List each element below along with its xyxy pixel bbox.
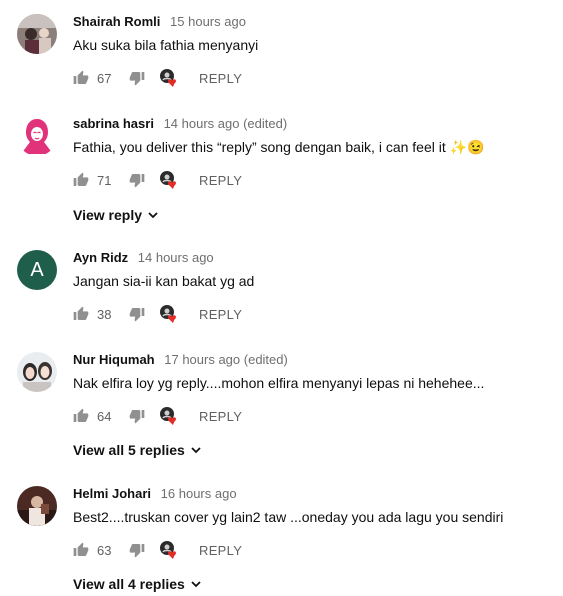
reply-button[interactable]: REPLY — [199, 173, 242, 188]
creator-heart-icon — [159, 170, 179, 190]
thumbs-down-icon — [129, 72, 145, 86]
comment-actions: 63 REPLY — [73, 539, 242, 561]
comment-text: Best2....truskan cover yg lain2 taw ...o… — [73, 509, 504, 525]
creator-heart-icon — [159, 540, 179, 560]
dislike-button[interactable] — [129, 306, 145, 322]
like-count: 64 — [97, 408, 112, 424]
creator-heart-icon — [159, 68, 179, 88]
comment-text: Nak elfira loy yg reply....mohon elfira … — [73, 375, 485, 391]
thumbs-up-icon — [73, 542, 89, 556]
thumbs-down-icon — [129, 174, 145, 188]
author-name[interactable]: sabrina hasri — [73, 116, 154, 131]
like-count: 38 — [97, 306, 112, 322]
author-name[interactable]: Nur Hiqumah — [73, 352, 155, 367]
creator-heart-icon — [159, 406, 179, 426]
avatar[interactable] — [17, 14, 57, 54]
like-count: 63 — [97, 542, 112, 558]
view-replies-label: View all 5 replies — [73, 442, 185, 458]
chevron-down-icon — [191, 447, 201, 454]
chevron-down-icon — [148, 212, 158, 219]
view-replies-button[interactable]: View all 4 replies — [73, 576, 202, 592]
author-name[interactable]: Helmi Johari — [73, 486, 151, 501]
author-name[interactable]: Ayn Ridz — [73, 250, 128, 265]
avatar-letter: A — [30, 258, 44, 281]
thumbs-up-icon — [73, 408, 89, 422]
avatar[interactable] — [17, 486, 57, 526]
comment-text: Jangan sia-ii kan bakat yg ad — [73, 273, 255, 289]
comment-meta: Shairah Romli 15 hours ago — [73, 14, 555, 30]
view-replies-label: View all 4 replies — [73, 576, 185, 592]
avatar[interactable] — [17, 352, 57, 392]
comment-meta: sabrina hasri 14 hours ago (edited) — [73, 116, 555, 132]
like-button[interactable]: 63 — [73, 542, 117, 558]
thumbs-down-icon — [129, 410, 145, 424]
dislike-button[interactable] — [129, 70, 145, 86]
like-button[interactable]: 38 — [73, 306, 117, 322]
reply-button[interactable]: REPLY — [199, 307, 242, 322]
comment-meta: Ayn Ridz 14 hours ago — [73, 250, 555, 266]
timestamp[interactable]: 16 hours ago — [161, 486, 237, 501]
chevron-down-icon — [191, 581, 201, 588]
dislike-button[interactable] — [129, 172, 145, 188]
comment-actions: 67 REPLY — [73, 67, 242, 89]
thumbs-down-icon — [129, 308, 145, 322]
dislike-button[interactable] — [129, 542, 145, 558]
thumbs-up-icon — [73, 70, 89, 84]
comment-actions: 38 REPLY — [73, 303, 242, 325]
like-count: 71 — [97, 172, 112, 188]
comment-meta: Helmi Johari 16 hours ago — [73, 486, 555, 502]
like-button[interactable]: 71 — [73, 172, 117, 188]
avatar[interactable]: A — [17, 250, 57, 290]
timestamp[interactable]: 17 hours ago (edited) — [164, 352, 288, 367]
comment-actions: 71 REPLY — [73, 169, 242, 191]
comment-actions: 64 REPLY — [73, 405, 242, 427]
avatar[interactable] — [17, 116, 57, 156]
timestamp[interactable]: 15 hours ago — [170, 14, 246, 29]
like-button[interactable]: 67 — [73, 70, 117, 86]
comment-meta: Nur Hiqumah 17 hours ago (edited) — [73, 352, 555, 368]
like-count: 67 — [97, 70, 112, 86]
reply-button[interactable]: REPLY — [199, 71, 242, 86]
like-button[interactable]: 64 — [73, 408, 117, 424]
dislike-button[interactable] — [129, 408, 145, 424]
thumbs-up-icon — [73, 306, 89, 320]
view-replies-button[interactable]: View all 5 replies — [73, 442, 202, 458]
reply-button[interactable]: REPLY — [199, 409, 242, 424]
thumbs-up-icon — [73, 172, 89, 186]
comment-text: Aku suka bila fathia menyanyi — [73, 37, 259, 53]
author-name[interactable]: Shairah Romli — [73, 14, 160, 29]
timestamp[interactable]: 14 hours ago — [138, 250, 214, 265]
thumbs-down-icon — [129, 544, 145, 558]
timestamp[interactable]: 14 hours ago (edited) — [164, 116, 288, 131]
view-replies-button[interactable]: View reply — [73, 207, 159, 223]
view-replies-label: View reply — [73, 207, 143, 223]
comment-text: Fathia, you deliver this “reply” song de… — [73, 139, 485, 155]
creator-heart-icon — [159, 304, 179, 324]
reply-button[interactable]: REPLY — [199, 543, 242, 558]
